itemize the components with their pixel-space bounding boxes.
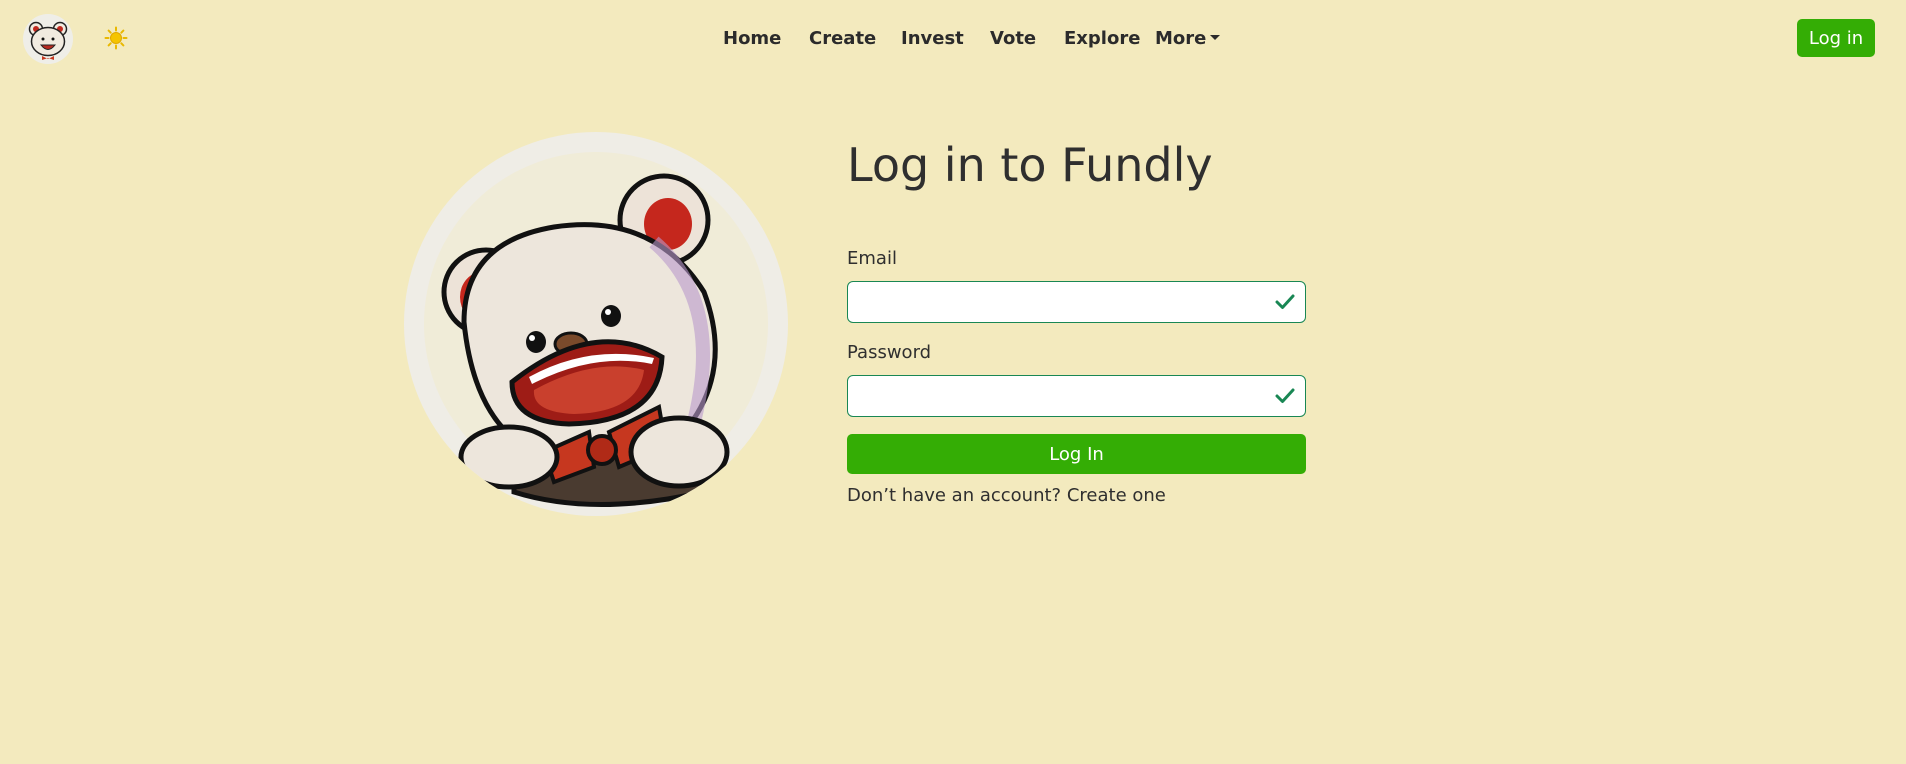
create-account-link[interactable]: Create one [1067, 485, 1166, 506]
email-label: Email [847, 248, 897, 269]
bear-mascot-image [404, 132, 788, 516]
email-field[interactable] [847, 281, 1306, 323]
more-dropdown[interactable]: More [1155, 28, 1221, 49]
check-icon [1275, 388, 1295, 403]
email-input[interactable] [848, 282, 1272, 320]
check-icon [1275, 294, 1295, 309]
page-title: Log in to Fundly [847, 138, 1213, 192]
nav-link-home[interactable]: Home [723, 28, 781, 49]
signup-prompt-text: Don’t have an account? [847, 485, 1062, 506]
password-field[interactable] [847, 375, 1306, 417]
nav-link-vote[interactable]: Vote [990, 28, 1036, 49]
signup-prompt: Don’t have an account? Create one [847, 485, 1166, 506]
nav-login-button[interactable]: Log in [1797, 19, 1875, 57]
more-label: More [1155, 28, 1207, 49]
password-input[interactable] [848, 376, 1272, 414]
login-submit-button[interactable]: Log In [847, 434, 1306, 474]
navbar: Home Create Invest Vote Explore More Log… [0, 0, 1906, 78]
nav-links: Home Create Invest Vote Explore More [0, 0, 1906, 78]
nav-link-create[interactable]: Create [809, 28, 876, 49]
caret-down-icon [1210, 35, 1221, 40]
password-label: Password [847, 342, 932, 363]
nav-link-explore[interactable]: Explore [1064, 28, 1140, 49]
nav-link-invest[interactable]: Invest [901, 28, 964, 49]
